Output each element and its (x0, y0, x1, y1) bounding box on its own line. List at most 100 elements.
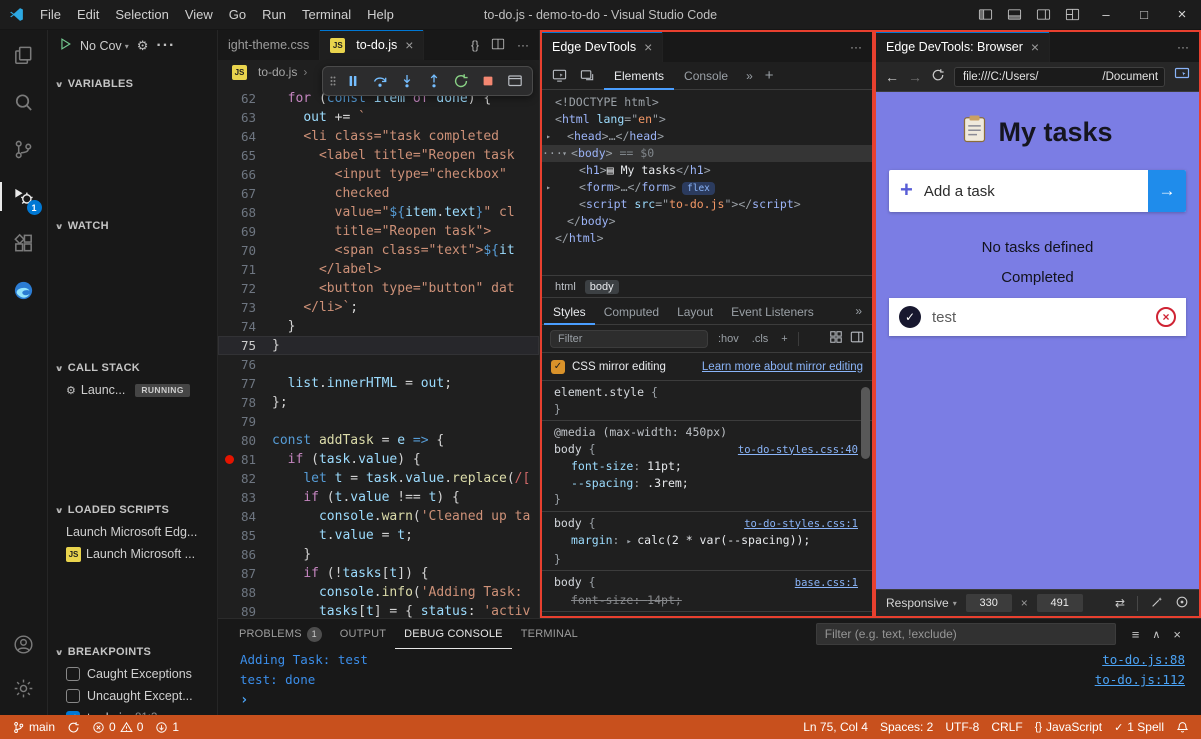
breadcrumb-file[interactable]: to-do.js (258, 65, 297, 79)
launch-config-dropdown[interactable]: No Cov▾ (80, 39, 129, 53)
css-mirror-learn-link[interactable]: Learn more about mirror editing (702, 361, 863, 373)
toggle-panel-icon[interactable] (1000, 0, 1029, 30)
screencast-toggle-icon[interactable] (548, 68, 570, 83)
split-editor-icon[interactable] (491, 37, 505, 54)
expand-arrow-icon[interactable]: ▸ (542, 128, 555, 145)
more-actions-icon[interactable]: ··· (850, 40, 862, 54)
styles-filter-input[interactable] (550, 330, 708, 348)
panel-tab-output[interactable]: OUTPUT (331, 619, 395, 649)
gutter-line-82[interactable]: 82 (218, 469, 272, 488)
delete-task-button[interactable]: × (1156, 307, 1176, 327)
section-header-loaded-scripts[interactable]: ∨LOADED SCRIPTS (48, 499, 217, 521)
step-into-button[interactable] (394, 69, 420, 93)
collapse-panel-icon[interactable]: ∧ (1152, 628, 1160, 641)
sidebar-item-run-and-debug[interactable]: 1 (0, 173, 48, 220)
sidebar-item-search[interactable] (0, 79, 48, 126)
sidebar-item-source-control[interactable] (0, 126, 48, 173)
expand-arrow-icon[interactable]: ▾ (558, 145, 571, 162)
branch-indicator[interactable]: main (6, 715, 61, 739)
checkbox[interactable] (66, 689, 80, 703)
start-debug-button[interactable] (58, 37, 72, 56)
tab-edge-devtools[interactable]: Edge DevTools × (542, 32, 663, 62)
gutter-line-80[interactable]: 80 (218, 431, 272, 450)
gutter-line-72[interactable]: 72 (218, 279, 272, 298)
sidebar-item-launch-microsoft-edg[interactable]: Launch Microsoft Edg... (48, 521, 217, 543)
menu-view[interactable]: View (177, 0, 221, 30)
gutter-line-70[interactable]: 70 (218, 241, 272, 260)
panel-tab-debug-console[interactable]: DEBUG CONSOLE (395, 619, 512, 649)
viewport-height-input[interactable]: 491 (1037, 594, 1083, 612)
pseudo-button-cls[interactable]: .cls (749, 332, 772, 346)
add-task-input[interactable] (924, 183, 1148, 200)
checkbox[interactable]: ✓ (66, 711, 80, 715)
menu-run[interactable]: Run (254, 0, 294, 30)
dom-node-3[interactable]: ···▾<body> == $0 (542, 145, 872, 162)
gutter-line-66[interactable]: 66 (218, 165, 272, 184)
section-header-variables[interactable]: ∨VARIABLES (48, 73, 217, 95)
css-selector[interactable]: body (554, 442, 582, 456)
console-filter-input[interactable] (816, 623, 1116, 645)
computed-panel-icon[interactable] (850, 330, 864, 347)
devtools-tab-elements[interactable]: Elements (604, 62, 674, 90)
customize-layout-icon[interactable] (1058, 0, 1087, 30)
grid-editor-icon[interactable] (829, 330, 843, 347)
gutter-line-78[interactable]: 78 (218, 393, 272, 412)
gutter-line-81[interactable]: 81 (218, 450, 272, 469)
wand-icon[interactable] (1150, 595, 1164, 612)
forward-icon[interactable]: → (908, 69, 922, 85)
sidebar-item-uncaught-except[interactable]: Uncaught Except... (48, 685, 217, 707)
dom-node-1[interactable]: <html lang="en"> (542, 111, 872, 128)
dom-node-5[interactable]: ▸<form>…</form>flex (542, 179, 872, 196)
css-mirror-checkbox[interactable]: ✓ (551, 360, 565, 374)
gutter-line-87[interactable]: 87 (218, 564, 272, 583)
rotate-viewport-icon[interactable]: ⇄ (1115, 596, 1125, 610)
gutter-line-68[interactable]: 68 (218, 203, 272, 222)
source-link[interactable]: to-do.js:88 (1102, 650, 1185, 670)
menu-terminal[interactable]: Terminal (294, 0, 359, 30)
sidebar-item-edge-devtools[interactable] (0, 267, 48, 314)
stop-button[interactable] (475, 69, 501, 93)
gutter-line-65[interactable]: 65 (218, 146, 272, 165)
pseudo-button-[interactable]: + (778, 332, 790, 346)
checkbox[interactable] (66, 667, 80, 681)
encoding-indicator[interactable]: UTF-8 (939, 715, 985, 739)
bracket-pair-icon[interactable]: {} (471, 38, 479, 52)
back-icon[interactable]: ← (885, 69, 899, 85)
css-selector[interactable]: body (554, 516, 582, 530)
sync-button[interactable] (61, 715, 86, 739)
menu-go[interactable]: Go (221, 0, 254, 30)
viewport-width-input[interactable]: 330 (966, 594, 1012, 612)
more-actions-icon[interactable]: ··· (1177, 40, 1189, 54)
menu-help[interactable]: Help (359, 0, 402, 30)
editor-tab-to-do-js[interactable]: JSto-do.js× (320, 30, 424, 60)
code-editor[interactable]: 62 for (const item of done) {63 out += `… (218, 84, 539, 618)
menu-edit[interactable]: Edit (69, 0, 107, 30)
css-property-spacing[interactable]: --spacing: .3rem; (554, 475, 858, 492)
breakpoint-dot[interactable] (225, 455, 234, 464)
node-menu-icon[interactable]: ··· (542, 145, 558, 162)
gutter-line-73[interactable]: 73 (218, 298, 272, 317)
gutter-line-71[interactable]: 71 (218, 260, 272, 279)
source-link[interactable]: to-do.js:112 (1095, 670, 1185, 690)
css-property-font-size[interactable]: font-size: 11pt; (554, 458, 858, 475)
expand-value-icon[interactable]: ▸ (626, 537, 637, 547)
screencast-icon[interactable] (1174, 66, 1190, 87)
panel-tab-terminal[interactable]: TERMINAL (512, 619, 587, 649)
dom-node-8[interactable]: </html> (542, 230, 872, 247)
gutter-line-63[interactable]: 63 (218, 108, 272, 127)
menu-selection[interactable]: Selection (107, 0, 176, 30)
menu-file[interactable]: File (32, 0, 69, 30)
address-bar[interactable]: file:///C:/Users/ /Document (954, 67, 1165, 87)
stylesheet-link[interactable]: to-do-styles.css:1 (744, 516, 858, 533)
gutter-line-76[interactable]: 76 (218, 355, 272, 374)
gutter-line-64[interactable]: 64 (218, 127, 272, 146)
cursor-position[interactable]: Ln 75, Col 4 (797, 715, 874, 739)
dom-crumb-html[interactable]: html (550, 280, 581, 294)
dom-node-4[interactable]: <h1>▤ My tasks</h1> (542, 162, 872, 179)
close-tab-icon[interactable]: × (405, 37, 413, 53)
gutter-line-67[interactable]: 67 (218, 184, 272, 203)
section-header-breakpoints[interactable]: ∨BREAKPOINTS (48, 641, 217, 663)
gutter-line-79[interactable]: 79 (218, 412, 272, 431)
language-indicator[interactable]: {}JavaScript (1029, 715, 1108, 739)
editor-more-actions-icon[interactable]: ··· (517, 38, 529, 52)
